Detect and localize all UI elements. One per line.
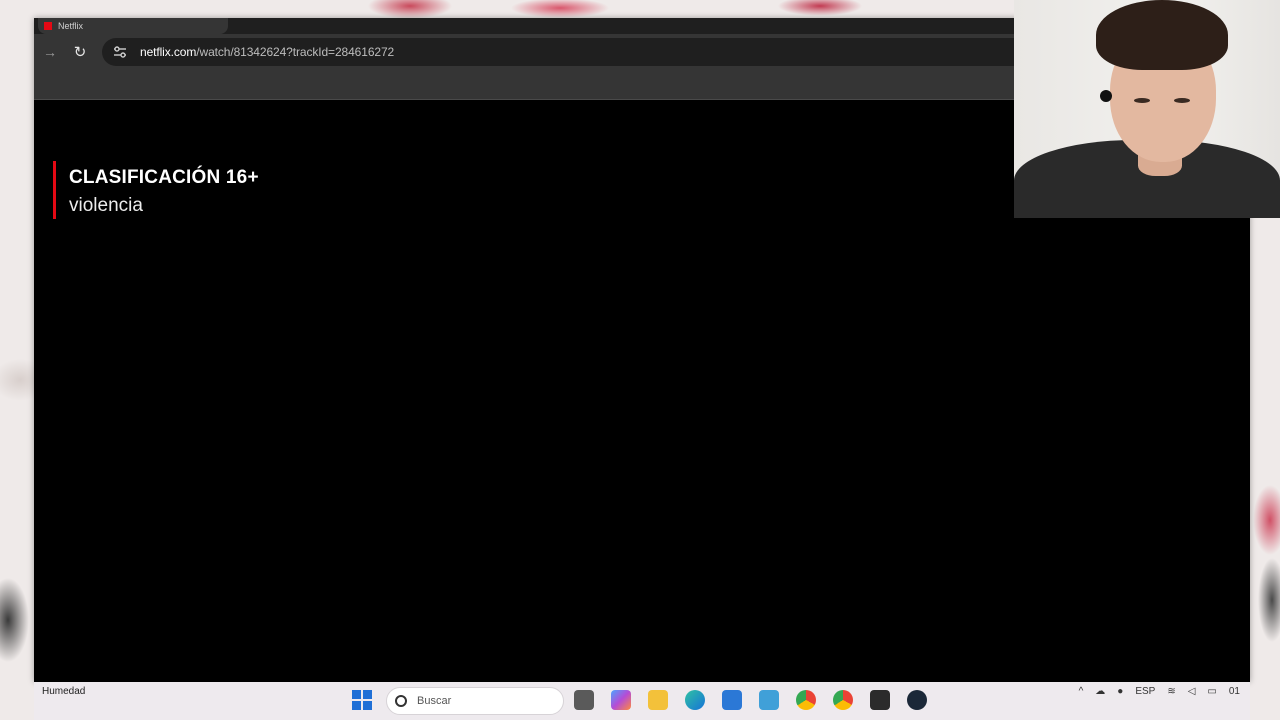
url-text: netflix.com/watch/81342624?trackId=28461…	[140, 45, 394, 59]
webcam-hair	[1096, 0, 1228, 70]
tune-icon[interactable]	[112, 44, 128, 60]
reload-button[interactable]: ↻	[66, 38, 94, 66]
search-placeholder: Buscar	[417, 695, 452, 707]
store-icon[interactable]	[722, 690, 742, 710]
windows-start-icon[interactable]	[352, 690, 372, 710]
search-icon	[395, 695, 407, 707]
arrow-right-icon: →	[43, 44, 57, 60]
notepad-icon[interactable]	[759, 690, 779, 710]
netflix-favicon-icon	[44, 22, 52, 30]
chrome-profile-icon[interactable]	[833, 690, 853, 710]
volume-icon[interactable]: ◁	[1188, 686, 1196, 697]
system-tray: ^ ☁ ● ESP ≋ ◁ ▭ 01	[1079, 686, 1240, 697]
file-explorer-icon[interactable]	[648, 690, 668, 710]
edge-icon[interactable]	[685, 690, 705, 710]
cloud-icon[interactable]: ☁	[1095, 686, 1105, 697]
copilot-icon[interactable]	[611, 690, 631, 710]
chrome-icon[interactable]	[796, 690, 816, 710]
taskbar-search[interactable]: Buscar	[386, 687, 564, 715]
rating-title: CLASIFICACIÓN 16+	[69, 167, 259, 188]
microphone-icon[interactable]: ●	[1117, 686, 1123, 697]
discord-icon[interactable]	[870, 690, 890, 710]
battery-icon[interactable]: ▭	[1207, 686, 1216, 697]
tab-title: Netflix	[58, 21, 84, 31]
task-view-icon[interactable]	[574, 690, 594, 710]
taskbar-apps	[574, 690, 927, 710]
webcam-eye	[1174, 98, 1190, 103]
windows-taskbar: Humedad Buscar ^ ☁ ● ESP ≋ ◁ ▭ 01	[34, 682, 1250, 720]
reload-icon: ↻	[73, 44, 87, 61]
rating-descriptor: violencia	[69, 195, 143, 216]
url-path: /watch/81342624?trackId=284616272	[196, 45, 395, 59]
wifi-icon[interactable]: ≋	[1167, 686, 1175, 697]
weather-widget[interactable]: Humedad	[42, 686, 85, 697]
chevron-up-icon[interactable]: ^	[1079, 686, 1084, 697]
url-host: netflix.com	[140, 45, 197, 59]
steam-icon[interactable]	[907, 690, 927, 710]
maturity-rating: CLASIFICACIÓN 16+ violencia	[53, 161, 259, 219]
clock[interactable]: 01	[1229, 686, 1240, 697]
earbud-icon	[1100, 90, 1112, 102]
forward-button[interactable]: →	[36, 38, 64, 66]
webcam-eye	[1134, 98, 1150, 103]
language-indicator[interactable]: ESP	[1135, 686, 1155, 697]
webcam-overlay	[1014, 0, 1280, 218]
browser-tab[interactable]: Netflix	[38, 18, 228, 34]
